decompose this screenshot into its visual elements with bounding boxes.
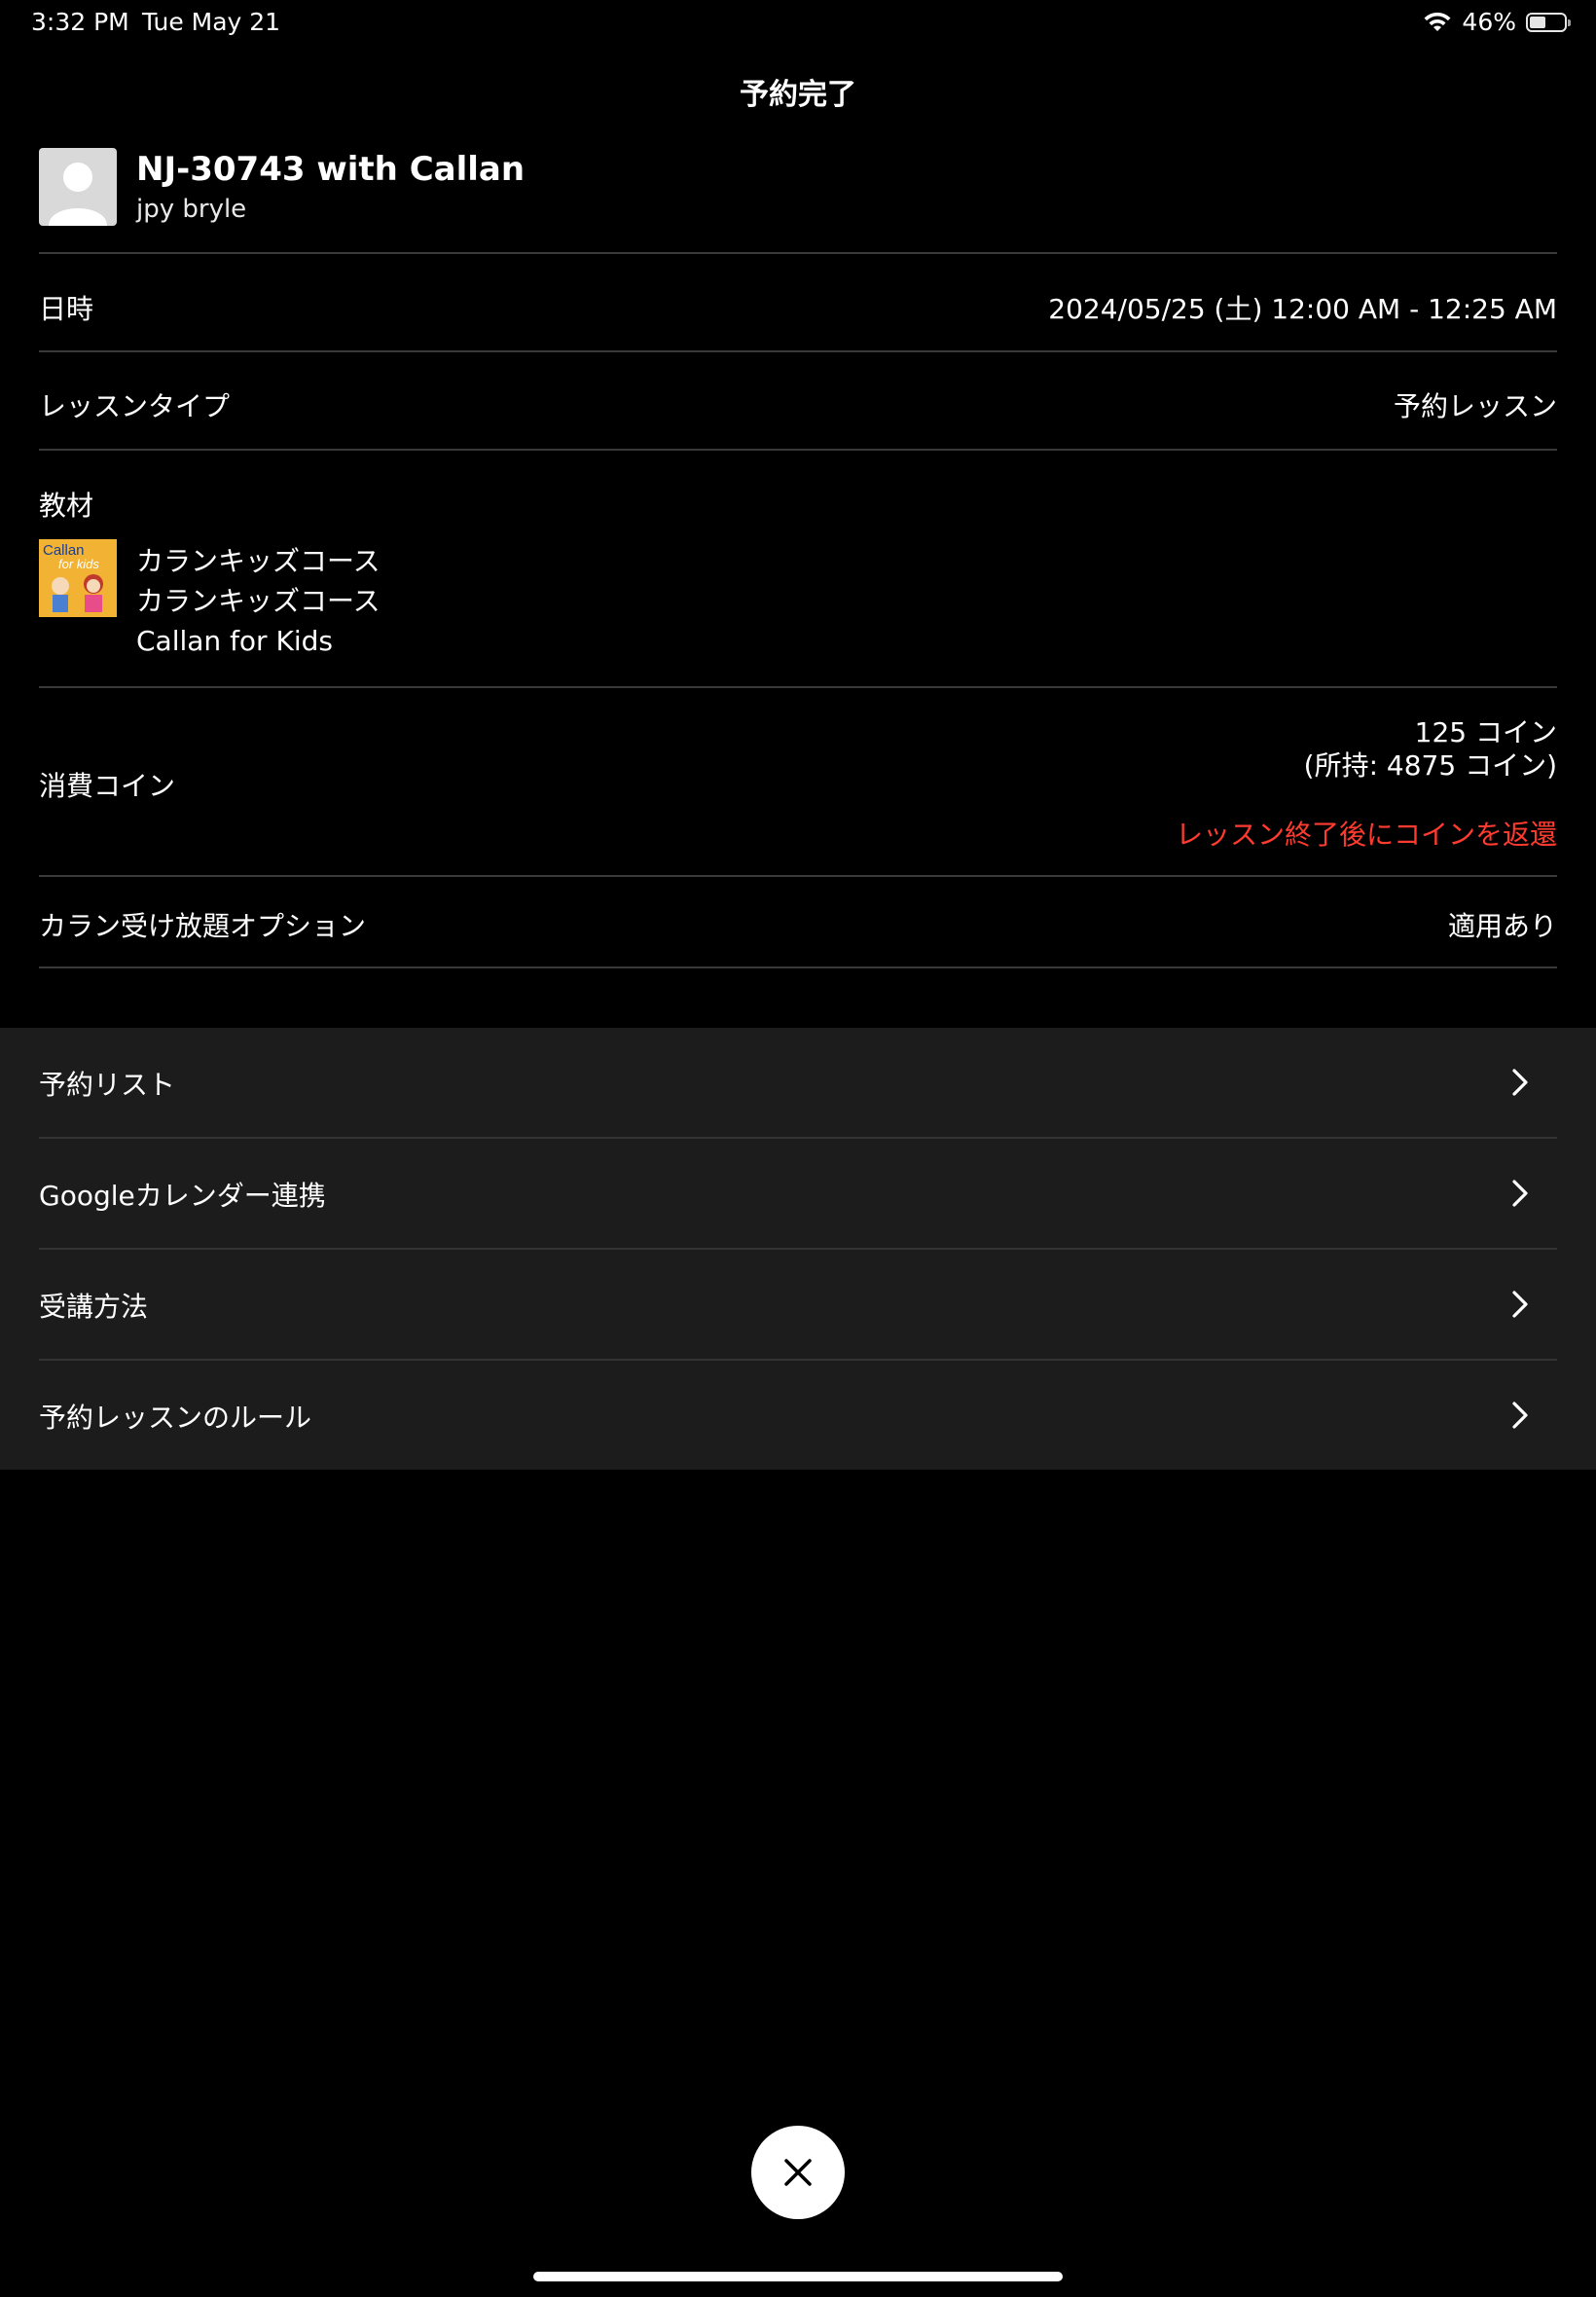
chevron-right-icon: [1512, 1069, 1528, 1096]
material-line: Callan for Kids: [136, 625, 333, 657]
material-line: カランキッズコース: [136, 585, 381, 617]
callan-option-label: カラン受け放題オプション: [39, 910, 367, 942]
cover-subtitle: for kids: [58, 557, 99, 571]
divider: [39, 686, 1557, 688]
chevron-right-icon: [1512, 1180, 1528, 1207]
divider: [39, 875, 1557, 877]
status-indicators: 46%: [1423, 8, 1571, 36]
link-label: 予約リスト: [39, 1069, 176, 1101]
divider: [39, 252, 1557, 254]
coin-balance: (所持: 4875 コイン): [1303, 749, 1557, 782]
link-how-to-attend[interactable]: 受講方法: [39, 1250, 1557, 1359]
close-icon: [784, 2159, 812, 2186]
teacher-header: NJ-30743 with Callan jpy bryle: [39, 148, 1557, 253]
links-section: 予約リスト Googleカレンダー連携 受講方法 予約レッスンのルール: [0, 1028, 1596, 1470]
status-date: Tue May 21: [142, 8, 281, 36]
status-time: 3:32 PM: [31, 8, 129, 36]
material-title-lines: カランキッズコース カランキッズコース Callan for Kids: [136, 541, 381, 661]
material-line: カランキッズコース: [136, 545, 381, 577]
datetime-label: 日時: [39, 293, 94, 325]
datetime-value: 2024/05/25 (土) 12:00 AM - 12:25 AM: [1048, 293, 1557, 325]
lesson-type-value: 予約レッスン: [1393, 390, 1557, 422]
close-button[interactable]: [751, 2126, 845, 2219]
coin-label: 消費コイン: [39, 770, 176, 802]
home-indicator: [533, 2272, 1063, 2281]
link-label: 受講方法: [39, 1291, 149, 1323]
link-reservation-rules[interactable]: 予約レッスンのルール: [39, 1361, 1557, 1470]
link-reservation-list[interactable]: 予約リスト: [39, 1028, 1557, 1137]
material-label: 教材: [39, 490, 94, 522]
chevron-right-icon: [1512, 1291, 1528, 1318]
coin-value-block: 125 コイン (所持: 4875 コイン): [1304, 716, 1557, 783]
divider: [39, 350, 1557, 352]
teacher-subtitle: jpy bryle: [136, 195, 247, 224]
wifi-icon: [1424, 12, 1451, 31]
battery-icon: [1526, 12, 1571, 32]
lesson-type-label: レッスンタイプ: [39, 390, 231, 422]
person-placeholder-icon: [39, 148, 117, 226]
divider: [39, 449, 1557, 451]
divider: [39, 966, 1557, 968]
page-title: 予約完了: [740, 78, 856, 112]
status-bar: 3:32 PM Tue May 21 46%: [0, 0, 1596, 47]
link-label: 予約レッスンのルール: [39, 1402, 312, 1434]
material-cover-image: Callan for kids: [39, 539, 117, 617]
chevron-right-icon: [1512, 1402, 1528, 1429]
teacher-name: NJ-30743 with Callan: [136, 150, 526, 189]
callan-option-value: 適用あり: [1447, 910, 1557, 942]
link-label: Googleカレンダー連携: [39, 1180, 326, 1212]
link-google-calendar[interactable]: Googleカレンダー連携: [39, 1139, 1557, 1248]
battery-percentage: 46%: [1462, 8, 1516, 36]
coin-cost: 125 コイン: [1414, 716, 1557, 748]
coin-refund-note: レッスン終了後にコインを返還: [1175, 819, 1557, 851]
battery-level: [1530, 16, 1545, 28]
